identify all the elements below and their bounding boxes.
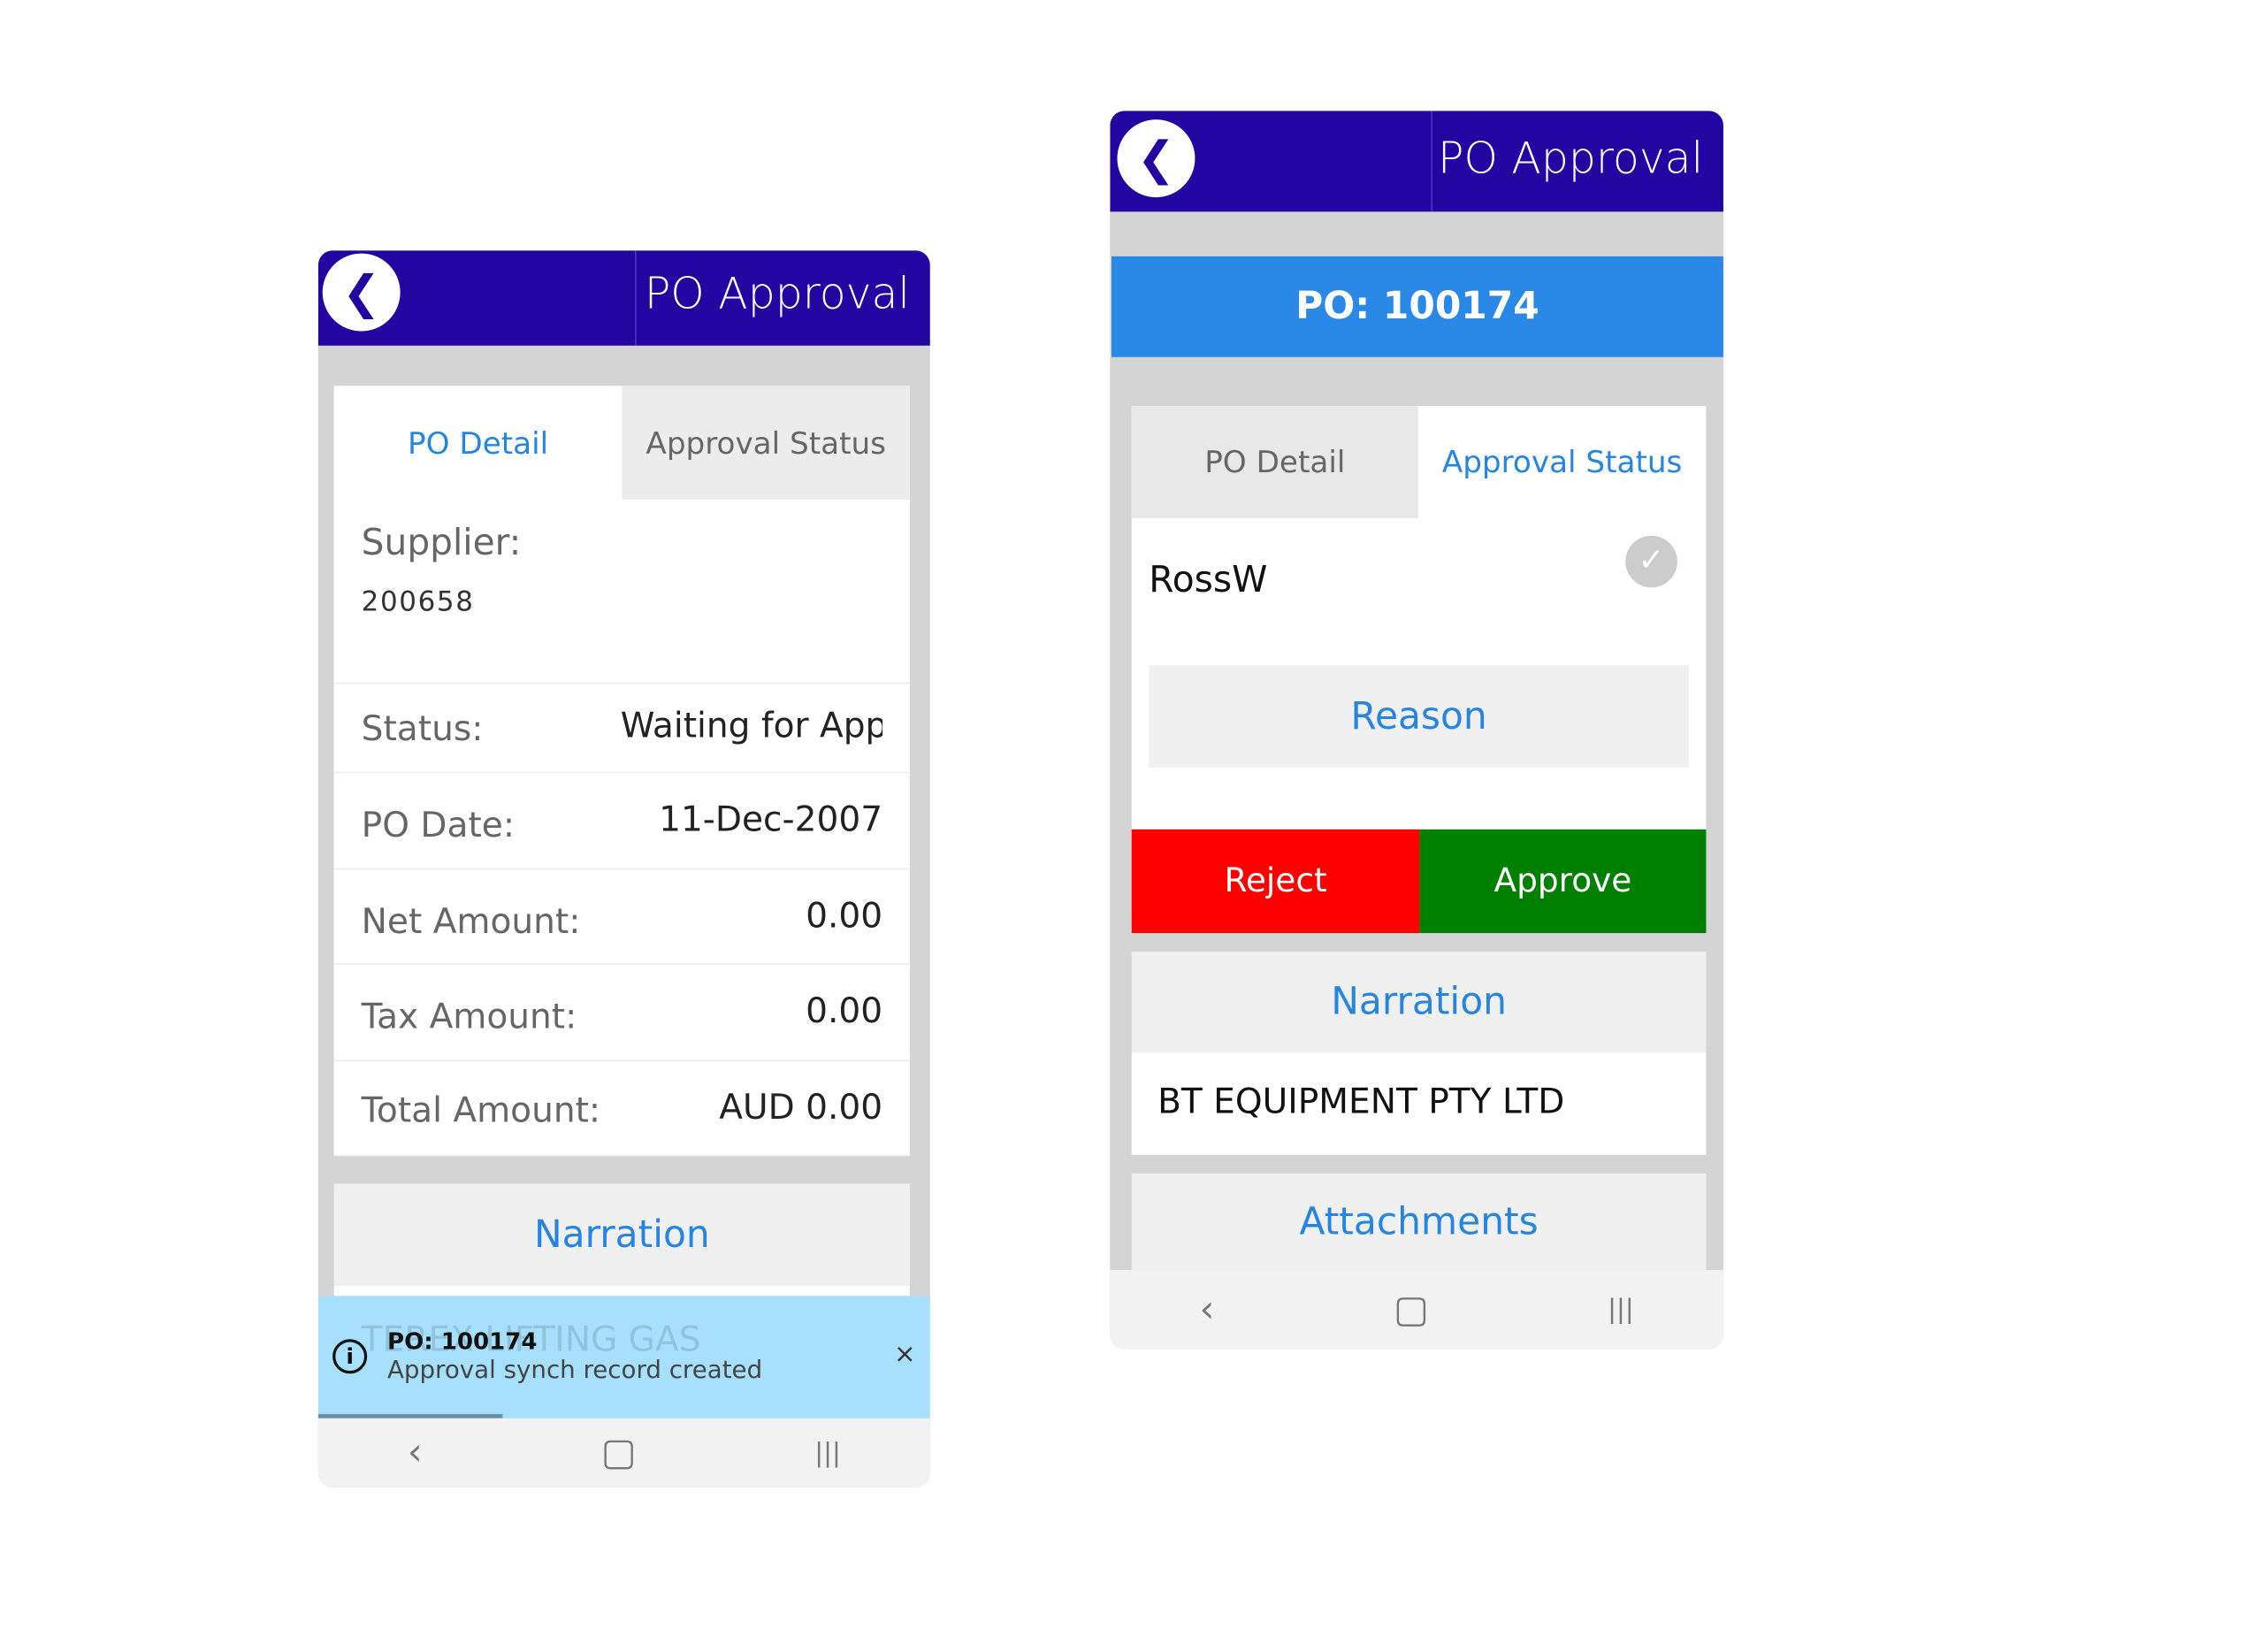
toast-message: Approval synch record created (386, 1356, 763, 1386)
tab-po-detail[interactable]: PO Detail (333, 386, 623, 500)
approval-card: PO Detail Approval Status RossW ✓ Reason (1131, 406, 1707, 830)
attachments-header[interactable]: Attachments (1131, 1173, 1707, 1271)
app-title: PO Approval (644, 269, 911, 320)
nav-recents-icon[interactable]: ||| (1608, 1295, 1634, 1325)
back-button[interactable]: ❮ (1117, 119, 1196, 198)
field-value: 11-Dec-2007 (659, 799, 883, 840)
field-label: Status: (361, 708, 484, 749)
tab-approval-status[interactable]: Approval Status (1418, 406, 1707, 518)
field-label: Net Amount: (361, 901, 581, 942)
close-icon[interactable]: × (894, 1339, 916, 1369)
field-value: 0.00 (806, 990, 883, 1031)
right-phone-screen: ❮ PO Approval PO: 100174 PO Detail Appro… (1110, 111, 1723, 1350)
nav-back-icon[interactable]: ‹ (408, 1431, 423, 1474)
supplier-section: Supplier: 200658 (333, 499, 911, 685)
field-label: Tax Amount: (361, 996, 577, 1037)
reason-button[interactable]: Reason (1149, 665, 1689, 768)
narration-value: BT EQUIPMENT PTY LTD (1131, 1052, 1707, 1155)
reject-button[interactable]: Reject (1131, 829, 1420, 934)
app-header: ❮ PO Approval (1110, 111, 1723, 212)
android-nav-bar: ‹ ▢ ||| (1110, 1270, 1723, 1350)
field-label: PO Date: (361, 805, 516, 845)
left-phone-screen: ❮ PO Approval PO Detail Approval Status … (317, 250, 930, 1488)
toast-notification: TEREX LIFTING GAS i PO: 100174 Approval … (317, 1296, 930, 1419)
tab-po-detail[interactable]: PO Detail (1131, 406, 1418, 519)
field-value: Waiting for Appr (620, 705, 883, 746)
narration-header[interactable]: Narration (1131, 952, 1707, 1053)
supplier-value: 200658 (361, 585, 475, 618)
field-row-status: Status: Waiting for Appr (333, 684, 911, 774)
field-label: Total Amount: (361, 1090, 601, 1131)
field-row-net-amount: Net Amount: 0.00 (333, 869, 911, 965)
info-icon: i (332, 1339, 368, 1374)
app-title: PO Approval (1437, 134, 1704, 185)
chevron-left-icon: ❮ (1136, 131, 1176, 187)
field-row-total-amount: Total Amount: AUD 0.00 (333, 1060, 911, 1157)
narration-header[interactable]: Narration (333, 1183, 911, 1286)
check-circle-icon: ✓ (1625, 535, 1677, 588)
field-row-tax-amount: Tax Amount: 0.00 (333, 964, 911, 1061)
nav-home-icon[interactable]: ▢ (600, 1431, 636, 1474)
detail-card: PO Detail Approval Status Supplier: 2006… (333, 386, 911, 1157)
approver-name: RossW (1149, 558, 1268, 600)
field-value: 0.00 (806, 895, 883, 937)
nav-recents-icon[interactable]: ||| (814, 1438, 841, 1468)
chevron-left-icon: ❮ (341, 264, 381, 320)
toast-title: PO: 100174 (386, 1327, 538, 1356)
supplier-label: Supplier: (361, 521, 522, 563)
po-banner: PO: 100174 (1111, 256, 1723, 357)
back-button[interactable]: ❮ (322, 253, 401, 332)
nav-back-icon[interactable]: ‹ (1199, 1288, 1214, 1331)
nav-home-icon[interactable]: ▢ (1394, 1288, 1429, 1331)
field-value: AUD 0.00 (719, 1087, 883, 1128)
field-row-po-date: PO Date: 11-Dec-2007 (333, 773, 911, 870)
app-header: ❮ PO Approval (317, 250, 930, 346)
approve-button[interactable]: Approve (1419, 829, 1707, 934)
android-nav-bar: ‹ ▢ ||| (317, 1418, 930, 1488)
tab-approval-status[interactable]: Approval Status (622, 386, 911, 500)
